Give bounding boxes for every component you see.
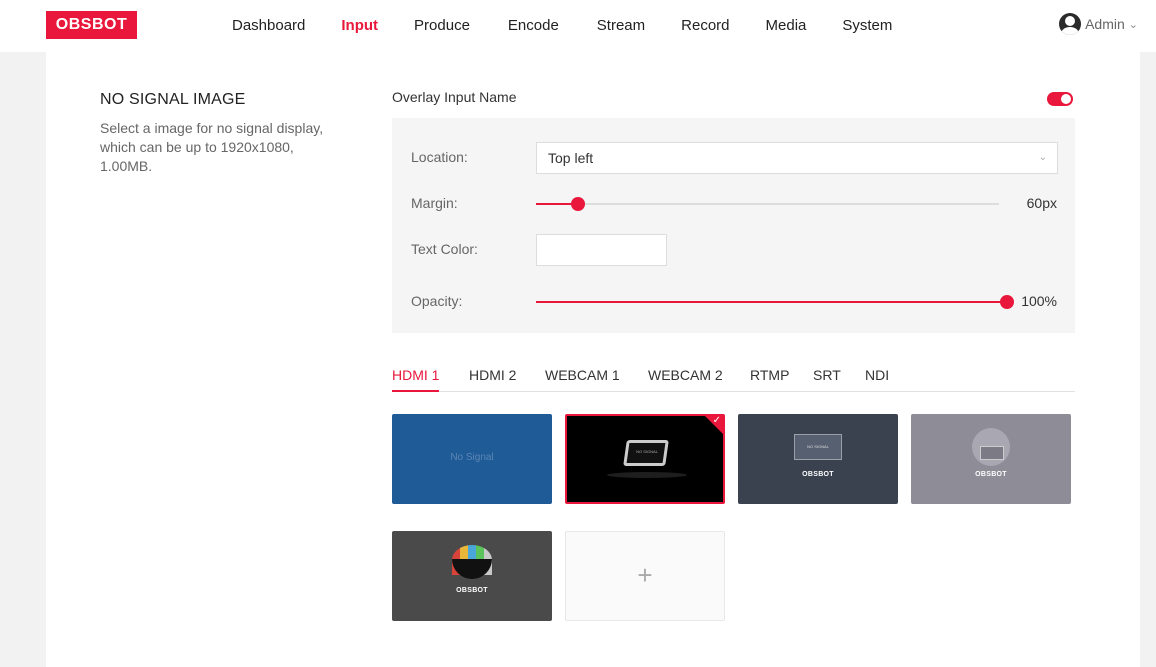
no-signal-image-option[interactable]: NO SIGNAL OBSBOT — [738, 414, 898, 504]
nav-input[interactable]: Input — [341, 0, 378, 52]
tab-webcam-2[interactable]: WEBCAM 2 — [648, 366, 723, 384]
nav-system[interactable]: System — [842, 0, 892, 52]
chevron-down-icon: ⌄ — [1128, 18, 1138, 31]
location-label: Location: — [411, 149, 468, 165]
nav-produce[interactable]: Produce — [414, 0, 470, 52]
nav-stream[interactable]: Stream — [597, 0, 645, 52]
tab-ndi[interactable]: NDI — [865, 366, 889, 384]
add-image-button[interactable]: + — [565, 531, 725, 621]
check-icon: ✓ — [712, 415, 721, 426]
nav-record[interactable]: Record — [681, 0, 729, 52]
tab-rtmp[interactable]: RTMP — [750, 366, 789, 384]
no-signal-image-option[interactable]: OBSBOT — [911, 414, 1071, 504]
margin-value: 60px — [1026, 195, 1057, 211]
chevron-down-icon: ⌄ — [1038, 152, 1047, 163]
margin-label: Margin: — [411, 195, 458, 211]
overlay-input-name-toggle[interactable] — [1047, 92, 1073, 106]
nav-media[interactable]: Media — [766, 0, 807, 52]
no-signal-image-option-selected[interactable]: NO SIGNAL ✓ — [565, 414, 725, 504]
image-caption: No Signal — [450, 452, 494, 463]
image-brand: OBSBOT — [802, 471, 834, 478]
obsbot-logo[interactable]: OBSBOT — [46, 11, 137, 39]
image-brand: OBSBOT — [975, 471, 1007, 478]
plus-icon: + — [637, 560, 653, 590]
top-bar: OBSBOT Dashboard Input Produce Encode St… — [0, 0, 1156, 52]
opacity-value: 100% — [1021, 293, 1057, 309]
tab-hdmi-1[interactable]: HDMI 1 — [392, 366, 440, 392]
camera-lens — [452, 559, 492, 579]
input-tabs: HDMI 1 HDMI 2 WEBCAM 1 WEBCAM 2 RTMP SRT… — [392, 366, 1075, 392]
no-signal-image-option[interactable]: OBSBOT — [392, 531, 552, 621]
opacity-label: Opacity: — [411, 293, 463, 309]
image-caption: NO SIGNAL — [807, 444, 829, 449]
avatar-icon — [1059, 13, 1082, 35]
margin-slider[interactable] — [536, 196, 999, 212]
overlay-settings: Location: Top left ⌄ Margin: 60px Text C… — [392, 118, 1075, 333]
location-value: Top left — [548, 150, 594, 166]
image-caption: NO SIGNAL — [636, 449, 658, 454]
text-color-picker[interactable] — [536, 234, 667, 266]
nav-dashboard[interactable]: Dashboard — [232, 0, 305, 52]
device-shadow — [607, 472, 687, 478]
margin-slider-handle[interactable] — [570, 197, 585, 211]
section-description: Select a image for no signal display, wh… — [100, 120, 324, 174]
nav-encode[interactable]: Encode — [508, 0, 559, 52]
margin-slider-track — [536, 203, 999, 205]
no-signal-image-option[interactable]: No Signal — [392, 414, 552, 504]
opacity-slider[interactable] — [536, 294, 1014, 310]
camera-icon — [972, 428, 1010, 466]
text-color-label: Text Color: — [411, 241, 478, 257]
overlay-input-name-label: Overlay Input Name — [392, 89, 517, 105]
main-nav: Dashboard Input Produce Encode Stream Re… — [200, 0, 892, 52]
opacity-slider-handle[interactable] — [1000, 295, 1014, 309]
tab-webcam-1[interactable]: WEBCAM 1 — [545, 366, 620, 384]
location-select[interactable]: Top left ⌄ — [536, 142, 1058, 174]
section-title: NO SIGNAL IMAGE — [100, 91, 246, 108]
tab-srt[interactable]: SRT — [813, 366, 841, 384]
user-name: Admin — [1085, 16, 1125, 32]
user-menu[interactable]: Admin ⌄ — [1059, 13, 1138, 35]
tab-hdmi-2[interactable]: HDMI 2 — [469, 366, 516, 384]
image-brand: OBSBOT — [456, 587, 488, 594]
opacity-slider-fill — [536, 301, 1007, 303]
settings-panel: NO SIGNAL IMAGE Select a image for no si… — [46, 52, 1140, 667]
